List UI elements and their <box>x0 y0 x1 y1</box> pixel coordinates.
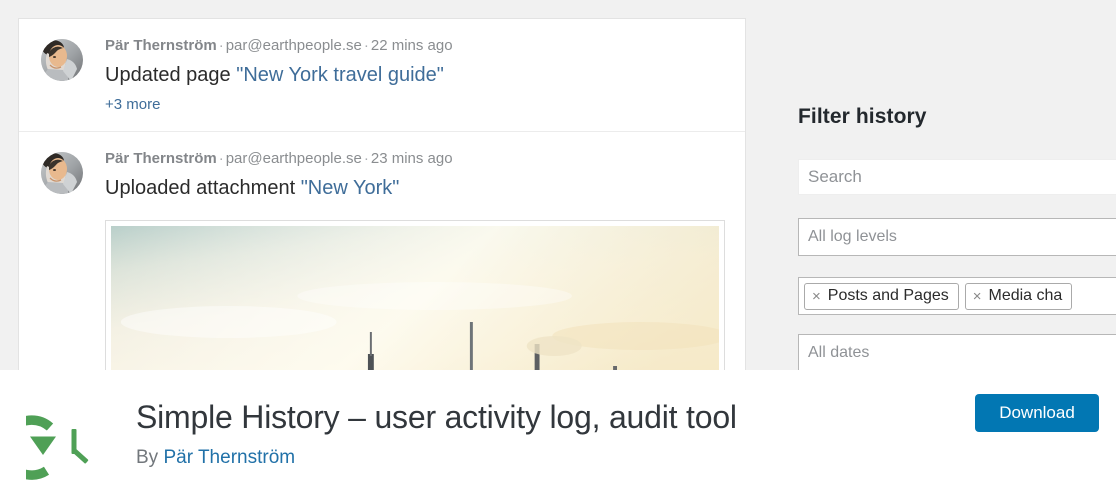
filter-panel-title: Filter history <box>798 105 927 128</box>
entry-action: Updated page <box>105 64 237 86</box>
entry-time: 23 mins ago <box>370 150 453 167</box>
entry-action: Uploaded attachment <box>105 177 301 199</box>
date-range-value: All dates <box>808 344 870 361</box>
filter-tag[interactable]: × Posts and Pages <box>804 282 959 310</box>
plugin-author-link[interactable]: Pär Thernström <box>163 447 295 468</box>
history-clock-icon <box>26 406 114 494</box>
plugin-screenshot-banner: Pär Thernström · par@earthpeople.se · 22 min… <box>0 0 1116 370</box>
search-placeholder: Search <box>808 167 862 186</box>
avatar <box>41 39 83 81</box>
remove-tag-icon[interactable]: × <box>973 289 982 304</box>
filter-tag-label: Posts and Pages <box>827 287 949 304</box>
loggers-multiselect[interactable]: × Posts and Pages × Media cha <box>798 277 1116 315</box>
filter-tag-label: Media cha <box>988 287 1063 304</box>
meta-separator: · <box>363 37 369 54</box>
avatar <box>41 152 83 194</box>
remove-tag-icon[interactable]: × <box>812 289 821 304</box>
activity-log-card: Pär Thernström · par@earthpeople.se · 22 min… <box>18 18 746 370</box>
meta-separator: · <box>218 37 224 54</box>
entry-target-link[interactable]: "New York travel guide" <box>236 64 444 86</box>
activity-entry[interactable]: Pär Thernström · par@earthpeople.se · 23 min… <box>19 131 745 370</box>
plugin-byline: By Pär Thernström <box>136 445 295 471</box>
entry-headline: Updated page "New York travel guide" <box>105 60 723 90</box>
log-level-select[interactable]: All log levels <box>798 218 1116 256</box>
activity-entry[interactable]: Pär Thernström · par@earthpeople.se · 22 min… <box>19 19 745 131</box>
attachment-thumbnail-image <box>111 226 719 370</box>
search-input[interactable]: Search <box>798 159 1116 195</box>
byline-prefix: By <box>136 447 164 468</box>
meta-separator: · <box>363 150 369 167</box>
date-range-select[interactable]: All dates <box>798 334 1116 370</box>
plugin-page: Pär Thernström · par@earthpeople.se · 22 min… <box>0 0 1116 502</box>
entry-time: 22 mins ago <box>370 37 453 54</box>
entry-more-link[interactable]: +3 more <box>105 94 723 115</box>
entry-meta: Pär Thernström · par@earthpeople.se · 23 min… <box>105 148 723 170</box>
meta-separator: · <box>218 150 224 167</box>
attachment-thumbnail-frame[interactable] <box>105 220 725 370</box>
entry-author: Pär Thernström <box>105 150 217 167</box>
filter-tag[interactable]: × Media cha <box>964 282 1073 310</box>
entry-headline: Uploaded attachment "New York" <box>105 173 723 203</box>
log-level-value: All log levels <box>808 228 897 245</box>
page-title: Simple History – user activity log, audi… <box>136 399 737 435</box>
entry-target-link[interactable]: "New York" <box>301 177 400 199</box>
entry-meta: Pär Thernström · par@earthpeople.se · 22 min… <box>105 35 723 57</box>
entry-email: par@earthpeople.se <box>225 150 362 167</box>
download-button[interactable]: Download <box>975 394 1099 432</box>
entry-author: Pär Thernström <box>105 37 217 54</box>
entry-email: par@earthpeople.se <box>225 37 362 54</box>
filter-panel: Filter history Search All log levels × Po… <box>746 0 1116 370</box>
